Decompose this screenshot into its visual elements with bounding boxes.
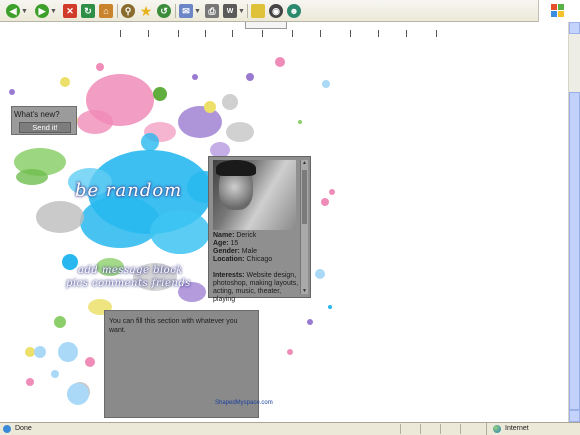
- whats-new-box: What's new? Send it!: [11, 106, 77, 135]
- scroll-thumb[interactable]: [569, 92, 580, 410]
- chevron-down-icon: ▼: [50, 7, 57, 15]
- scroll-up-icon[interactable]: ▲: [301, 160, 308, 166]
- mail-icon: ✉: [179, 4, 194, 18]
- name-label: Name:: [213, 232, 235, 239]
- windows-logo-icon: [538, 0, 580, 22]
- home-icon: ⌂: [99, 4, 113, 18]
- zone-label: Internet: [505, 425, 529, 432]
- home-button[interactable]: ⌂: [98, 3, 114, 19]
- profile-gender: Male: [241, 248, 257, 255]
- refresh-button[interactable]: ↻: [80, 3, 96, 19]
- nav-links-line2[interactable]: pics comments friends: [66, 278, 191, 289]
- profile-panel: ▲ ▼ Name: Derick Age: 15 Gender: Male Lo…: [208, 156, 311, 303]
- stop-icon: ✕: [63, 4, 77, 18]
- interests-label: Interests:: [213, 272, 245, 279]
- be-random-title: be random: [75, 180, 183, 201]
- note-icon: [251, 4, 265, 18]
- messenger-button[interactable]: ☻: [286, 3, 302, 19]
- footer-link[interactable]: ShapedMyspace.com: [215, 400, 273, 406]
- status-bar: Done Internet: [0, 422, 580, 435]
- scroll-down-arrow[interactable]: [569, 410, 580, 422]
- top-input-box[interactable]: [245, 22, 287, 29]
- profile-location: Chicago: [246, 256, 273, 263]
- edit-icon: W: [223, 4, 238, 18]
- browser-toolbar: ◀ ▼ ▶ ▼ ✕ ↻ ⌂ ⚲ ★ ↺ ✉ ▼ ⎙ W ▼ ◉ ☻: [0, 0, 580, 22]
- search-icon: ⚲: [121, 4, 135, 18]
- back-arrow-icon: ◀: [6, 4, 21, 18]
- send-it-button[interactable]: Send it!: [19, 122, 71, 133]
- forward-arrow-icon: ▶: [35, 4, 50, 18]
- research-icon: ◉: [269, 4, 283, 18]
- age-label: Age:: [213, 240, 229, 247]
- research-button[interactable]: ◉: [268, 3, 284, 19]
- star-icon: ★: [139, 2, 153, 19]
- notes-button[interactable]: [250, 3, 266, 19]
- forward-button[interactable]: ▶ ▼: [34, 3, 58, 19]
- security-zone: Internet: [486, 423, 580, 435]
- messenger-icon: ☻: [287, 4, 301, 18]
- ie-page-icon: [3, 425, 11, 433]
- status-text: Done: [15, 425, 32, 432]
- search-button[interactable]: ⚲: [120, 3, 136, 19]
- profile-scrollbar[interactable]: ▲ ▼: [300, 160, 308, 294]
- history-button[interactable]: ↺: [156, 3, 172, 19]
- page-scrollbar[interactable]: [568, 22, 580, 422]
- profile-details: Name: Derick Age: 15 Gender: Male Locati…: [213, 232, 299, 304]
- whats-new-label: What's new?: [14, 110, 60, 119]
- back-button[interactable]: ◀ ▼: [4, 3, 30, 19]
- profile-name: Derick: [236, 232, 257, 239]
- nav-links-line1[interactable]: add message block: [78, 265, 183, 276]
- mail-button[interactable]: ✉ ▼: [178, 3, 202, 19]
- chevron-down-icon: ▼: [194, 7, 201, 15]
- message-text: You can fill this section with whatever …: [109, 318, 238, 334]
- stop-button[interactable]: ✕: [62, 3, 78, 19]
- chevron-down-icon: ▼: [21, 7, 28, 15]
- scroll-up-arrow[interactable]: [569, 22, 580, 34]
- gender-label: Gender:: [213, 248, 240, 255]
- printer-icon: ⎙: [205, 4, 219, 18]
- scroll-down-icon[interactable]: ▼: [301, 288, 308, 294]
- chevron-down-icon: ▼: [238, 7, 245, 15]
- edit-button[interactable]: W ▼: [222, 3, 246, 19]
- history-icon: ↺: [157, 4, 171, 18]
- favorites-button[interactable]: ★: [138, 3, 154, 19]
- profile-photo: [213, 160, 296, 230]
- location-label: Location:: [213, 256, 245, 263]
- web-page: What's new? Send it! be random add messa…: [0, 22, 568, 422]
- profile-age: 15: [230, 240, 239, 247]
- globe-icon: [493, 425, 501, 433]
- print-button[interactable]: ⎙: [204, 3, 220, 19]
- refresh-icon: ↻: [81, 4, 95, 18]
